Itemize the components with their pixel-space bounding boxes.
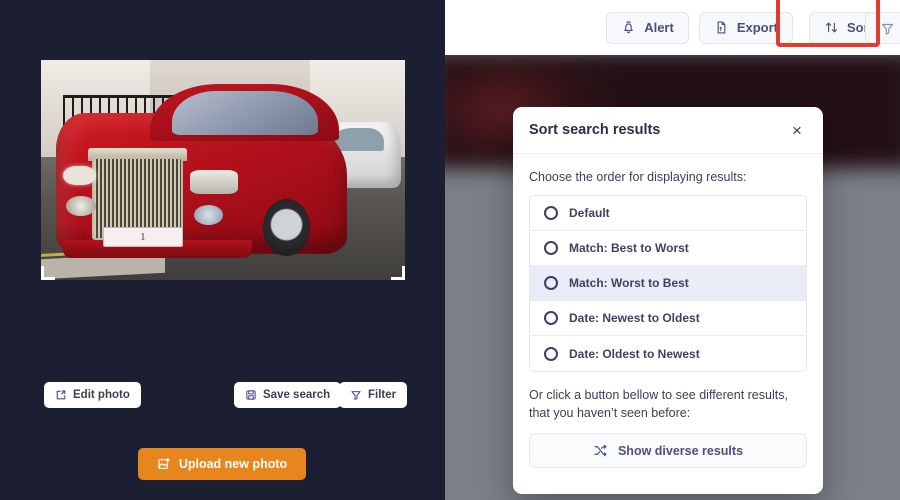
photo-headlight-left (62, 165, 96, 186)
close-icon[interactable]: × (787, 120, 807, 140)
sort-option-label: Date: Oldest to Newest (569, 346, 700, 361)
photo-wheel (263, 198, 311, 256)
photo-license-plate: 1 (102, 227, 183, 247)
crop-handle-bottom-left[interactable] (41, 266, 55, 280)
sort-option-match-worst-to-best[interactable]: Match: Worst to Best (530, 266, 806, 301)
upload-new-photo-button[interactable]: Upload new photo (138, 448, 306, 480)
sort-option-label: Match: Best to Worst (569, 241, 689, 255)
query-photo[interactable]: 1 (41, 60, 405, 280)
filter-button[interactable]: Filter (339, 382, 408, 408)
radio-icon[interactable] (544, 241, 558, 255)
upload-new-photo-label: Upload new photo (178, 457, 288, 471)
show-diverse-results-label: Show diverse results (617, 443, 744, 458)
show-diverse-results-button[interactable]: Show diverse results (529, 433, 807, 469)
sort-dialog-body: Choose the order for displaying results:… (513, 154, 823, 494)
sort-option-label: Date: Newest to Oldest (569, 311, 700, 325)
sort-dialog-title: Sort search results (529, 122, 661, 138)
photo-headlight-right (190, 170, 238, 195)
export-button[interactable]: Export (698, 11, 793, 44)
file-export-icon (717, 21, 726, 34)
radio-icon[interactable] (544, 276, 558, 290)
filter-funnel-icon (881, 23, 894, 35)
sort-option-default[interactable]: Default (530, 196, 806, 231)
results-toolbar: Alert Export Sort (445, 0, 900, 55)
toolbar-filter-button[interactable] (865, 12, 900, 44)
radio-icon[interactable] (544, 346, 558, 361)
sort-option-date-newest-to-oldest[interactable]: Date: Newest to Oldest (530, 301, 806, 336)
save-disk-icon (246, 390, 256, 400)
filter-funnel-icon (351, 391, 361, 401)
export-label: Export (736, 20, 778, 35)
save-search-button[interactable]: Save search (234, 382, 342, 408)
sort-option-date-oldest-to-newest[interactable]: Date: Oldest to Newest (530, 336, 806, 371)
sort-option-match-best-to-worst[interactable]: Match: Best to Worst (530, 231, 806, 266)
shuffle-icon (594, 445, 607, 457)
sort-dialog-header: Sort search results × (513, 107, 823, 154)
filter-label: Filter (368, 389, 397, 401)
alert-button[interactable]: Alert (606, 11, 689, 44)
radio-icon[interactable] (544, 206, 558, 220)
sort-option-label: Match: Worst to Best (569, 276, 689, 290)
app-root: 1 Edit photo Save search Filter Upload n… (0, 0, 900, 500)
sort-arrows-icon (825, 22, 838, 33)
photo-windshield (172, 90, 318, 135)
photo-actions-bar: Edit photo Save search Filter (44, 382, 408, 408)
radio-icon[interactable] (544, 311, 558, 325)
image-upload-icon (158, 457, 170, 469)
edit-photo-button[interactable]: Edit photo (44, 382, 141, 408)
sort-dialog-prompt: Choose the order for displaying results: (529, 170, 747, 184)
save-search-label: Save search (263, 389, 331, 401)
sort-option-label: Default (569, 206, 610, 220)
sort-dialog: Sort search results × Choose the order f… (513, 107, 823, 494)
edit-photo-label: Edit photo (73, 389, 130, 401)
bell-icon (624, 21, 634, 34)
photo-foglight-left (66, 196, 96, 217)
sort-dialog-note: Or click a button bellow to see differen… (529, 388, 788, 421)
photo-canvas: 1 (41, 60, 405, 280)
photo-foglight-right (193, 205, 223, 225)
crop-handle-bottom-right[interactable] (391, 266, 405, 280)
sort-option-list: Default Match: Best to Worst Match: Wors… (529, 195, 807, 372)
photo-panel: 1 Edit photo Save search Filter Upload n… (0, 0, 445, 500)
edit-pencil-icon (56, 390, 66, 400)
alert-label: Alert (644, 20, 674, 35)
